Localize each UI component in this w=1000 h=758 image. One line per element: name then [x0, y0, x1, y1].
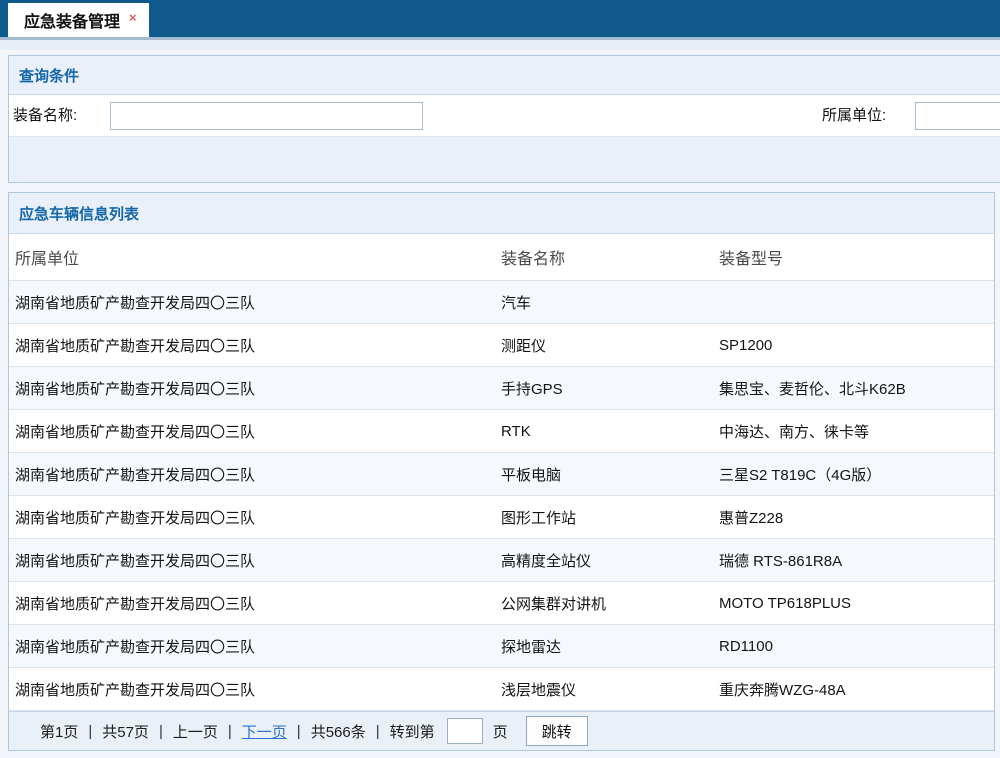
tab-close-icon[interactable]: × [129, 11, 137, 24]
list-title-area: 应急车辆信息列表 [9, 193, 994, 234]
table-row: 湖南省地质矿产勘查开发局四〇三队 浅层地震仪 重庆奔腾WZG-48A [9, 668, 994, 711]
owner-unit-cell: 湖南省地质矿产勘查开发局四〇三队 [15, 335, 501, 356]
column-header-equipment-name: 装备名称 [501, 245, 719, 269]
jump-button[interactable]: 跳转 [526, 716, 588, 746]
table-row: 湖南省地质矿产勘查开发局四〇三队 公网集群对讲机 MOTO TP618PLUS [9, 582, 994, 625]
total-records-text: 共566条 [311, 721, 366, 742]
equipment-model-cell: 三星S2 T819C（4G版） [719, 464, 994, 485]
equipment-model-cell: RD1100 [719, 638, 994, 655]
next-page-link[interactable]: 下一页 [242, 721, 287, 742]
equipment-model-cell: SP1200 [719, 337, 994, 354]
equipment-name-label: 装备名称: [13, 95, 77, 137]
owner-unit-cell: 湖南省地质矿产勘查开发局四〇三队 [15, 593, 501, 614]
pagination-separator: | [376, 723, 380, 740]
table-row: 湖南省地质矿产勘查开发局四〇三队 高精度全站仪 瑞德 RTS-861R8A [9, 539, 994, 582]
pagination-bar: 第1页 | 共57页 | 上一页 | 下一页 | 共566条 | 转到第 页 跳… [9, 711, 994, 750]
table-row: 湖南省地质矿产勘查开发局四〇三队 平板电脑 三星S2 T819C（4G版） [9, 453, 994, 496]
table-row: 湖南省地质矿产勘查开发局四〇三队 探地雷达 RD1100 [9, 625, 994, 668]
column-header-owner-unit: 所属单位 [15, 245, 501, 269]
equipment-name-cell: 公网集群对讲机 [501, 593, 719, 614]
equipment-name-cell: 汽车 [501, 292, 719, 313]
equipment-name-input[interactable] [110, 102, 423, 130]
pagination-separator: | [88, 723, 92, 740]
query-conditions-panel: 查询条件 装备名称: 所属单位: [8, 55, 1000, 183]
goto-page-label: 转到第 [390, 721, 435, 742]
pagination-separator: | [297, 723, 301, 740]
goto-page-suffix: 页 [493, 721, 508, 742]
equipment-name-cell: 平板电脑 [501, 464, 719, 485]
equipment-name-cell: 手持GPS [501, 378, 719, 399]
equipment-model-cell: 集思宝、麦哲伦、北斗K62B [719, 378, 994, 399]
goto-page-input[interactable] [447, 718, 483, 744]
table-header-row: 所属单位 装备名称 装备型号 [9, 234, 994, 281]
table-row: 湖南省地质矿产勘查开发局四〇三队 汽车 [9, 281, 994, 324]
equipment-model-cell: 瑞德 RTS-861R8A [719, 550, 994, 571]
prev-page-button[interactable]: 上一页 [173, 721, 218, 742]
owner-unit-cell: 湖南省地质矿产勘查开发局四〇三队 [15, 464, 501, 485]
column-header-equipment-model: 装备型号 [719, 245, 994, 269]
pagination-separator: | [159, 723, 163, 740]
equipment-name-cell: 图形工作站 [501, 507, 719, 528]
top-tab-bar [0, 0, 1000, 37]
tab-label: 应急装备管理 [24, 8, 120, 32]
total-pages-text: 共57页 [102, 721, 149, 742]
table-row: 湖南省地质矿产勘查开发局四〇三队 RTK 中海达、南方、徕卡等 [9, 410, 994, 453]
owner-unit-label: 所属单位: [822, 95, 886, 137]
owner-unit-cell: 湖南省地质矿产勘查开发局四〇三队 [15, 550, 501, 571]
table-row: 湖南省地质矿产勘查开发局四〇三队 图形工作站 惠普Z228 [9, 496, 994, 539]
owner-unit-cell: 湖南省地质矿产勘查开发局四〇三队 [15, 378, 501, 399]
equipment-name-cell: 探地雷达 [501, 636, 719, 657]
owner-unit-input[interactable] [915, 102, 1000, 130]
tab-emergency-equipment-management[interactable]: 应急装备管理 × [8, 3, 149, 37]
table-row: 湖南省地质矿产勘查开发局四〇三队 测距仪 SP1200 [9, 324, 994, 367]
table-row: 湖南省地质矿产勘查开发局四〇三队 手持GPS 集思宝、麦哲伦、北斗K62B [9, 367, 994, 410]
current-page-text: 第1页 [40, 721, 78, 742]
owner-unit-cell: 湖南省地质矿产勘查开发局四〇三队 [15, 679, 501, 700]
equipment-name-cell: 高精度全站仪 [501, 550, 719, 571]
owner-unit-cell: 湖南省地质矿产勘查开发局四〇三队 [15, 507, 501, 528]
equipment-model-cell: 惠普Z228 [719, 507, 994, 528]
equipment-name-cell: 浅层地震仪 [501, 679, 719, 700]
query-panel-title: 查询条件 [19, 65, 79, 86]
equipment-model-cell: 重庆奔腾WZG-48A [719, 679, 994, 700]
topbar-lower-strip [0, 40, 1000, 50]
equipment-name-cell: RTK [501, 423, 719, 440]
pagination-separator: | [228, 723, 232, 740]
query-form-row: 装备名称: 所属单位: [9, 95, 1000, 137]
equipment-model-cell: 中海达、南方、徕卡等 [719, 421, 994, 442]
equipment-name-cell: 测距仪 [501, 335, 719, 356]
owner-unit-cell: 湖南省地质矿产勘查开发局四〇三队 [15, 636, 501, 657]
owner-unit-cell: 湖南省地质矿产勘查开发局四〇三队 [15, 292, 501, 313]
owner-unit-cell: 湖南省地质矿产勘查开发局四〇三队 [15, 421, 501, 442]
table-body: 湖南省地质矿产勘查开发局四〇三队 汽车 湖南省地质矿产勘查开发局四〇三队 测距仪… [9, 281, 994, 711]
equipment-list-panel: 应急车辆信息列表 所属单位 装备名称 装备型号 湖南省地质矿产勘查开发局四〇三队… [8, 192, 995, 751]
equipment-model-cell: MOTO TP618PLUS [719, 595, 994, 612]
list-panel-title: 应急车辆信息列表 [19, 203, 139, 224]
